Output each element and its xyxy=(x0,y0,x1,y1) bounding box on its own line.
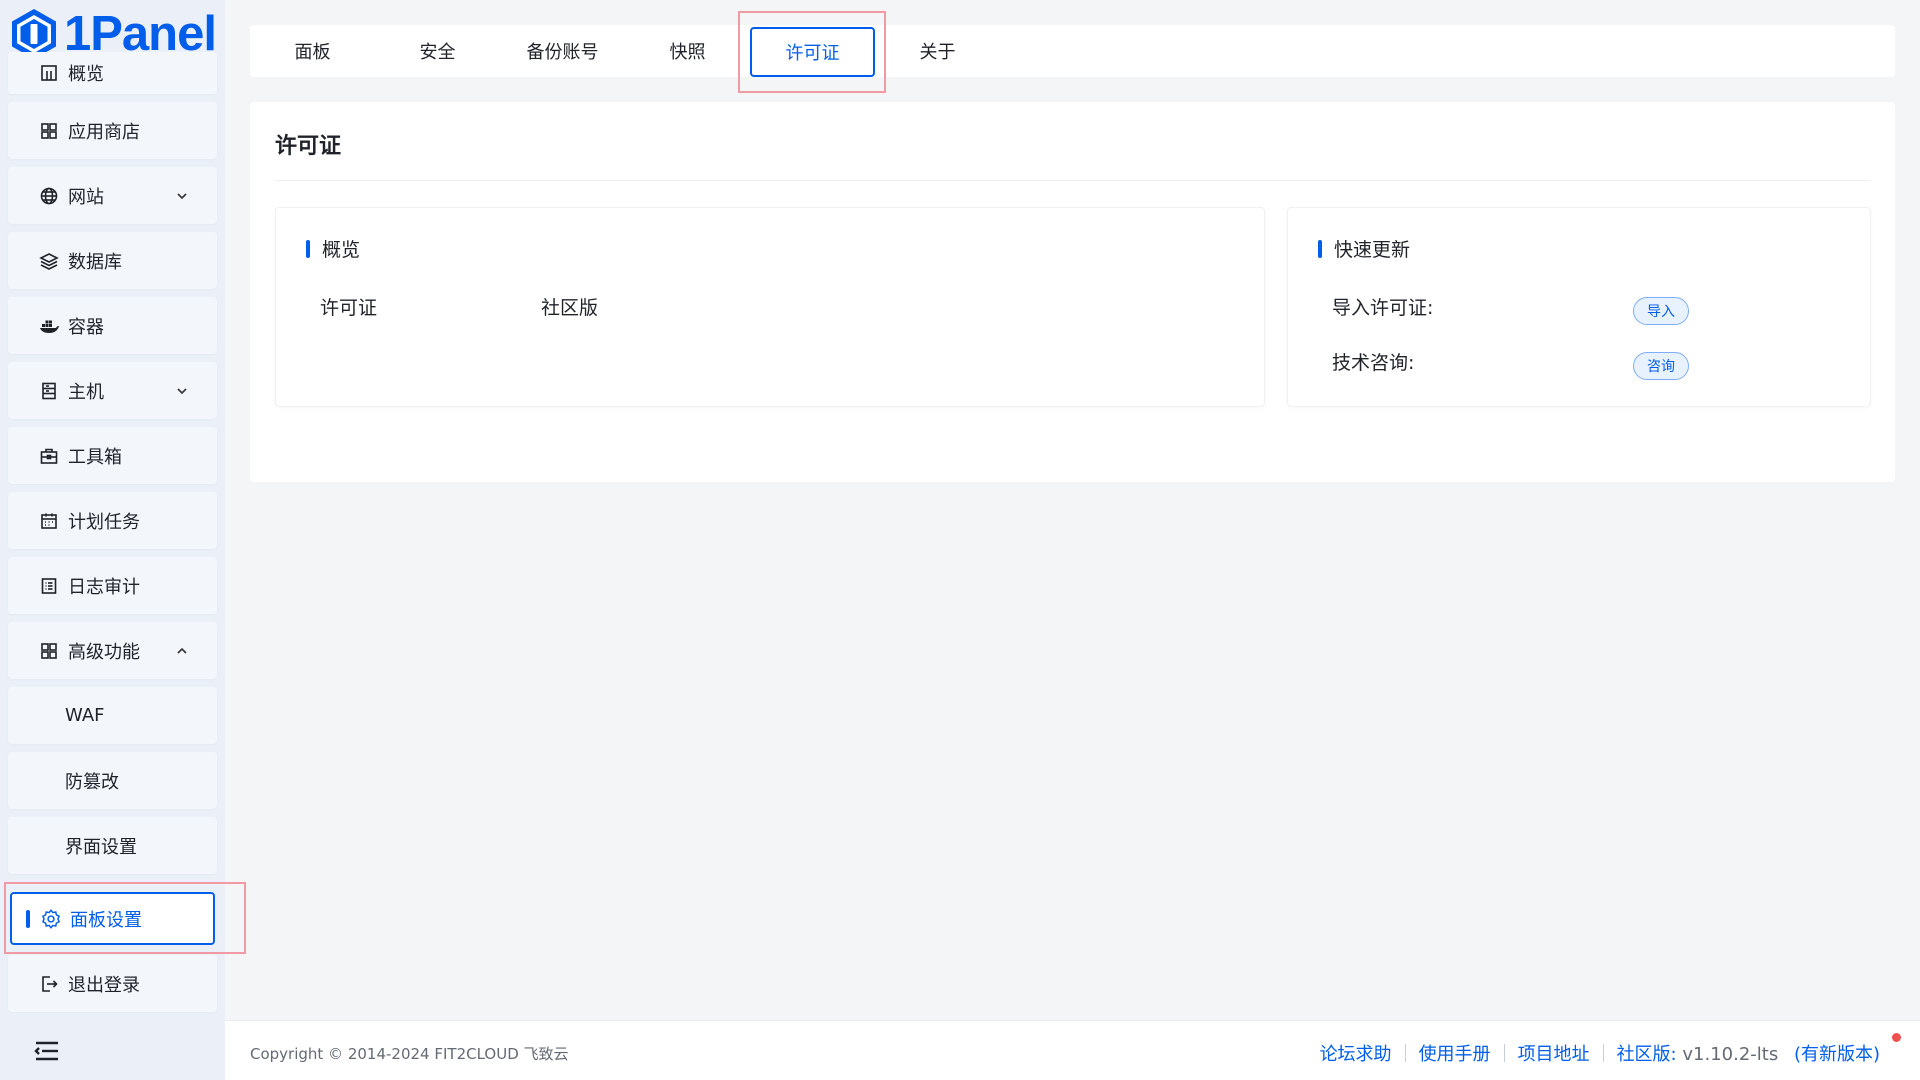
docker-icon xyxy=(38,315,60,337)
quick-update-title-text: 快速更新 xyxy=(1334,239,1411,261)
tab-label: 快照 xyxy=(669,42,706,63)
settings-tabs: 面板 安全 备份账号 快照 许可证 关于 xyxy=(250,25,1895,77)
layers-icon xyxy=(38,250,60,272)
divider xyxy=(1602,1044,1604,1062)
tab-panel[interactable]: 面板 xyxy=(250,25,375,77)
sidebar-item-toolbox[interactable]: 工具箱 xyxy=(8,427,217,484)
sidebar-item-ui-settings[interactable]: 界面设置 xyxy=(8,817,217,874)
tab-backup-account[interactable]: 备份账号 xyxy=(500,25,625,77)
tab-label: 安全 xyxy=(419,42,456,63)
toolbox-icon xyxy=(38,445,60,467)
highlight-box xyxy=(4,882,246,954)
tab-label: 面板 xyxy=(294,42,331,63)
footer-links: 论坛求助 使用手册 项目地址 社区版: v1.10.2-lts (有新版本) xyxy=(1320,1040,1880,1066)
sidebar-item-label: 计划任务 xyxy=(68,511,140,533)
tab-label: 关于 xyxy=(919,42,956,63)
logout-icon xyxy=(38,973,60,995)
sidebar-item-overview[interactable]: 概览 xyxy=(8,52,217,94)
license-value: 社区版 xyxy=(541,297,599,319)
update-dot-badge xyxy=(1892,1033,1901,1042)
overview-title: 概览 xyxy=(306,235,360,262)
chevron-up-icon xyxy=(175,642,191,658)
license-card: 许可证 概览 许可证 社区版 快速更新 导入许可证: 导入 技术咨询: 咨询 xyxy=(250,102,1895,482)
title-accent-bar xyxy=(1318,239,1322,258)
sidebar-item-label: 数据库 xyxy=(68,251,122,273)
copyright-text: Copyright © 2014-2024 FIT2CLOUD 飞致云 xyxy=(250,1045,569,1063)
sidebar-item-database[interactable]: 数据库 xyxy=(8,232,217,289)
sidebar-item-logout[interactable]: 退出登录 xyxy=(8,955,217,1012)
grid-icon xyxy=(38,640,60,662)
footer: Copyright © 2014-2024 FIT2CLOUD 飞致云 论坛求助… xyxy=(225,1020,1920,1080)
version-number: v1.10.2-lts xyxy=(1682,1044,1779,1065)
sidebar-item-tamper-proof[interactable]: 防篡改 xyxy=(8,752,217,809)
chevron-down-icon xyxy=(175,187,191,203)
sidebar-item-label: 日志审计 xyxy=(68,576,140,598)
sidebar-item-label: 概览 xyxy=(68,64,104,85)
globe-icon xyxy=(38,185,60,207)
sidebar-item-container[interactable]: 容器 xyxy=(8,297,217,354)
sidebar-item-label: 防篡改 xyxy=(65,771,119,793)
page-title: 许可证 xyxy=(275,134,342,159)
overview-panel: 概览 许可证 社区版 xyxy=(275,207,1265,407)
sidebar-item-waf[interactable]: WAF xyxy=(8,687,217,744)
log-icon xyxy=(38,575,60,597)
sidebar-item-website[interactable]: 网站 xyxy=(8,167,217,224)
collapse-menu-icon[interactable] xyxy=(34,1040,60,1062)
version-info[interactable]: 社区版: v1.10.2-lts (有新版本) xyxy=(1617,1040,1880,1066)
tab-security[interactable]: 安全 xyxy=(375,25,500,77)
grid-icon xyxy=(38,120,60,142)
project-link[interactable]: 项目地址 xyxy=(1518,1040,1590,1066)
sidebar-item-label: WAF xyxy=(65,705,105,726)
license-label: 许可证 xyxy=(320,297,378,319)
title-accent-bar xyxy=(306,239,310,258)
overview-title-text: 概览 xyxy=(322,239,361,261)
forum-link[interactable]: 论坛求助 xyxy=(1320,1040,1392,1066)
consult-label: 技术咨询: xyxy=(1332,352,1415,374)
edition-label: 社区版: xyxy=(1616,1044,1677,1065)
new-version-link[interactable]: (有新版本) xyxy=(1794,1044,1880,1065)
consult-button[interactable]: 咨询 xyxy=(1633,352,1689,380)
chevron-down-icon xyxy=(175,382,191,398)
sidebar-item-label: 工具箱 xyxy=(68,446,122,468)
tab-snapshot[interactable]: 快照 xyxy=(625,25,750,77)
calendar-icon xyxy=(38,510,60,532)
divider xyxy=(275,180,1870,181)
sidebar-item-app-store[interactable]: 应用商店 xyxy=(8,102,217,159)
sidebar-item-label: 退出登录 xyxy=(68,974,140,996)
divider xyxy=(1404,1044,1406,1062)
sidebar-item-label: 网站 xyxy=(68,186,104,208)
dashboard-icon xyxy=(38,62,60,84)
sidebar-item-advanced[interactable]: 高级功能 xyxy=(8,622,217,679)
sidebar-item-label: 界面设置 xyxy=(65,836,137,858)
import-button[interactable]: 导入 xyxy=(1633,297,1689,325)
manual-link[interactable]: 使用手册 xyxy=(1419,1040,1491,1066)
sidebar-item-label: 主机 xyxy=(68,381,104,403)
sidebar-item-log-audit[interactable]: 日志审计 xyxy=(8,557,217,614)
quick-update-panel: 快速更新 导入许可证: 导入 技术咨询: 咨询 xyxy=(1287,207,1871,407)
sidebar-item-label: 高级功能 xyxy=(68,641,140,663)
sidebar-item-cron[interactable]: 计划任务 xyxy=(8,492,217,549)
tab-label: 备份账号 xyxy=(526,42,599,63)
highlight-box xyxy=(738,11,886,93)
quick-update-title: 快速更新 xyxy=(1318,235,1410,262)
divider xyxy=(1503,1044,1505,1062)
tab-about[interactable]: 关于 xyxy=(875,25,1000,77)
import-license-label: 导入许可证: xyxy=(1332,297,1434,319)
sidebar-item-label: 容器 xyxy=(68,316,104,338)
server-icon xyxy=(38,380,60,402)
sidebar-item-label: 应用商店 xyxy=(68,121,140,143)
sidebar-item-host[interactable]: 主机 xyxy=(8,362,217,419)
